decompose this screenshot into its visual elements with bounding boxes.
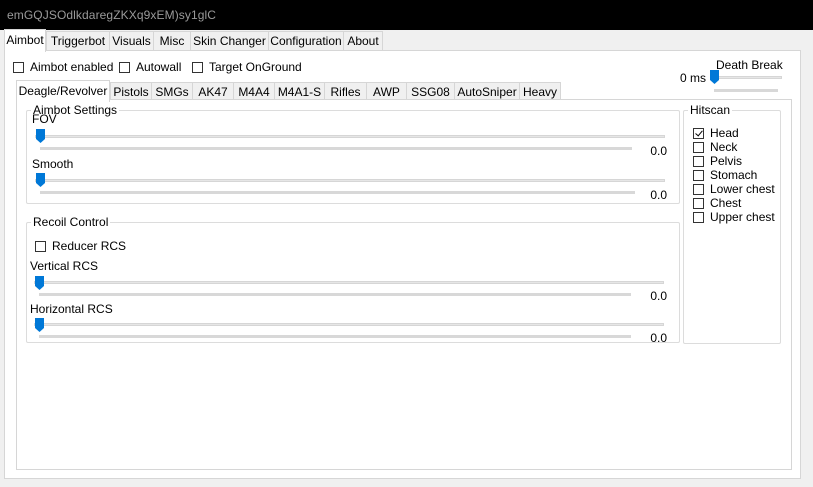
tab-label: SSG08 <box>411 85 450 99</box>
tab-label: Misc <box>159 34 185 48</box>
hitscan-upper-chest-checkbox[interactable]: Upper chest <box>693 210 775 224</box>
tab-aimbot[interactable]: Aimbot <box>4 29 46 52</box>
fov-slider-track[interactable] <box>35 135 665 138</box>
title-bar: emGQJSOdlkdaregZKXq9xEM)sy1glC <box>0 0 813 30</box>
fov-slider-thumb[interactable] <box>36 129 45 143</box>
tab-label: Skin Changer <box>193 34 266 48</box>
vertical-rcs-label: Vertical RCS <box>30 259 99 273</box>
window-title: emGQJSOdlkdaregZKXq9xEM)sy1glC <box>7 8 217 22</box>
tab-label: About <box>347 34 379 48</box>
tab-label: M4A1-S <box>277 85 322 99</box>
checkbox-label: Pelvis <box>710 154 743 168</box>
aimbot-settings-group: Aimbot Settings <box>26 103 680 204</box>
checkbox-label: Target OnGround <box>209 60 302 74</box>
aimbot-panel: Aimbot enabled Autowall Target OnGround … <box>4 50 801 479</box>
tab-label: Pistols <box>113 85 149 99</box>
tab-deagle-revolver[interactable]: Deagle/Revolver <box>16 80 110 102</box>
death-break-value: 0 ms <box>680 71 707 85</box>
checkbox-label: Upper chest <box>710 210 775 224</box>
tab-label: Visuals <box>112 34 151 48</box>
vertical-rcs-slider-ticks <box>39 293 631 296</box>
vertical-rcs-value: 0.0 <box>650 289 667 303</box>
tab-label: Heavy <box>522 85 557 99</box>
tab-label: SMGs <box>155 85 189 99</box>
tab-label: Aimbot <box>6 33 44 47</box>
target-onground-checkbox[interactable]: Target OnGround <box>192 60 302 74</box>
hitscan-head-checkbox[interactable]: Head <box>693 126 739 140</box>
checkbox-label: Neck <box>710 140 738 154</box>
smooth-slider-thumb[interactable] <box>36 173 45 187</box>
tab-configuration[interactable]: Configuration <box>268 31 344 50</box>
aimbot-enabled-checkbox[interactable]: Aimbot enabled <box>13 60 113 74</box>
checkbox-box[interactable] <box>693 183 704 195</box>
checkbox-label: Chest <box>710 196 742 210</box>
checkbox-box[interactable] <box>13 61 24 73</box>
hitscan-stomach-checkbox[interactable]: Stomach <box>693 168 757 182</box>
checkbox-box[interactable] <box>35 240 46 252</box>
vertical-rcs-slider-track[interactable] <box>34 281 664 284</box>
tab-label: AutoSniper <box>457 85 517 99</box>
checkbox-box[interactable] <box>693 127 704 139</box>
checkbox-box[interactable] <box>693 141 704 153</box>
horizontal-rcs-slider-thumb[interactable] <box>35 318 44 332</box>
horizontal-rcs-slider-ticks <box>39 335 631 338</box>
fov-label: FOV <box>32 112 57 126</box>
tab-visuals[interactable]: Visuals <box>109 31 154 50</box>
checkbox-box[interactable] <box>693 211 704 223</box>
group-title: Recoil Control <box>33 215 109 229</box>
smooth-value: 0.0 <box>650 188 667 202</box>
tab-skin-changer[interactable]: Skin Changer <box>190 31 269 50</box>
checkbox-box[interactable] <box>119 61 130 73</box>
tab-about[interactable]: About <box>343 31 383 50</box>
weapon-settings-panel: Aimbot Settings FOV 0.0 Smooth 0.0 Recoi… <box>16 99 792 470</box>
smooth-label: Smooth <box>32 157 74 171</box>
death-break-slider-ticks <box>714 89 778 92</box>
tab-misc[interactable]: Misc <box>153 31 191 50</box>
fov-slider-ticks <box>40 147 632 150</box>
hitscan-chest-checkbox[interactable]: Chest <box>693 196 741 210</box>
checkbox-box[interactable] <box>192 61 203 73</box>
fov-value: 0.0 <box>650 144 667 158</box>
tab-label: M4A4 <box>238 85 270 99</box>
hitscan-lower-chest-checkbox[interactable]: Lower chest <box>693 182 775 196</box>
smooth-slider-track[interactable] <box>35 179 665 182</box>
death-break-label: Death Break <box>716 58 783 72</box>
horizontal-rcs-slider-track[interactable] <box>34 323 664 326</box>
tab-triggerbot[interactable]: Triggerbot <box>46 31 110 50</box>
checkbox-box[interactable] <box>693 197 704 209</box>
horizontal-rcs-value: 0.0 <box>650 331 667 345</box>
checkbox-label: Reducer RCS <box>52 239 127 253</box>
horizontal-rcs-label: Horizontal RCS <box>30 302 113 316</box>
tab-label: AK47 <box>198 85 228 99</box>
checkbox-label: Head <box>710 126 739 140</box>
checkbox-box[interactable] <box>693 155 704 167</box>
tab-label: AWP <box>373 85 400 99</box>
death-break-slider-track[interactable] <box>710 76 782 79</box>
autowall-checkbox[interactable]: Autowall <box>119 60 181 74</box>
tab-label: Rifles <box>330 85 361 99</box>
group-title: Hitscan <box>690 103 731 117</box>
checkbox-label: Aimbot enabled <box>30 60 114 74</box>
reducer-rcs-checkbox[interactable]: Reducer RCS <box>35 239 126 253</box>
vertical-rcs-slider-thumb[interactable] <box>35 276 44 290</box>
checkbox-label: Stomach <box>710 168 758 182</box>
hitscan-pelvis-checkbox[interactable]: Pelvis <box>693 154 742 168</box>
checkbox-label: Autowall <box>136 60 182 74</box>
death-break-slider-thumb[interactable] <box>710 70 719 84</box>
tab-label: Deagle/Revolver <box>18 84 108 98</box>
smooth-slider-ticks <box>40 191 635 194</box>
checkbox-box[interactable] <box>693 169 704 181</box>
hitscan-neck-checkbox[interactable]: Neck <box>693 140 737 154</box>
tab-label: Triggerbot <box>50 34 106 48</box>
tab-label: Configuration <box>270 34 342 48</box>
checkbox-label: Lower chest <box>710 182 775 196</box>
